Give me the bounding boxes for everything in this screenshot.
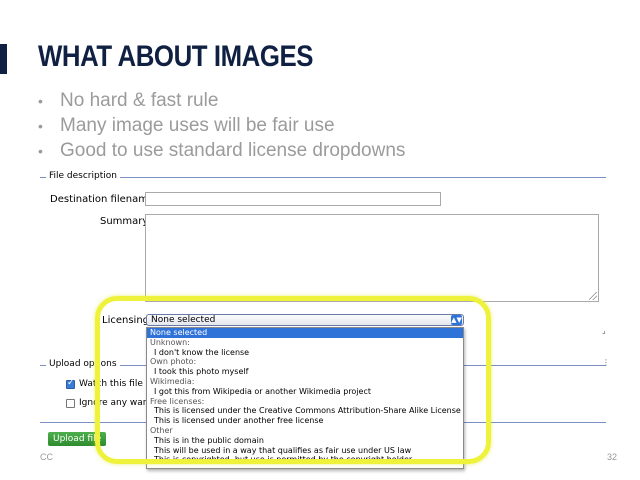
title-accent-bar [0,44,7,74]
bullet-dot-icon: • [38,143,43,159]
bullet-text: Many image uses will be fair use [60,115,335,136]
resize-handle-icon[interactable] [589,292,597,300]
destination-filename-input[interactable] [145,192,441,206]
bullet-dot-icon: • [38,118,43,134]
page-number: 32 [607,452,618,462]
watch-checkbox[interactable] [66,378,75,389]
slide-title: WHAT ABOUT IMAGES [38,40,314,73]
bullet-item: • No hard & fast rule [38,90,405,115]
bullet-list: • No hard & fast rule • Many image uses wi… [38,90,405,165]
file-description-legend: File description [46,171,120,181]
bullet-text: Good to use standard license dropdowns [60,140,406,161]
bullet-dot-icon: • [38,93,43,109]
footer-left-text: CC [40,452,53,462]
highlight-ring [95,296,491,464]
summary-label: Summary: [100,216,151,227]
bullet-item: • Many image uses will be fair use [38,115,405,140]
side-mark: ⋮ [602,358,610,367]
file-description-rule [40,177,606,178]
ignore-warnings-checkbox[interactable] [66,399,75,408]
side-mark: ⌟ [602,326,606,335]
destination-label: Destination filename: [50,194,158,205]
bullet-item: • Good to use standard license dropdowns [38,140,405,165]
summary-textarea[interactable] [145,214,599,302]
bullet-text: No hard & fast rule [60,90,219,111]
